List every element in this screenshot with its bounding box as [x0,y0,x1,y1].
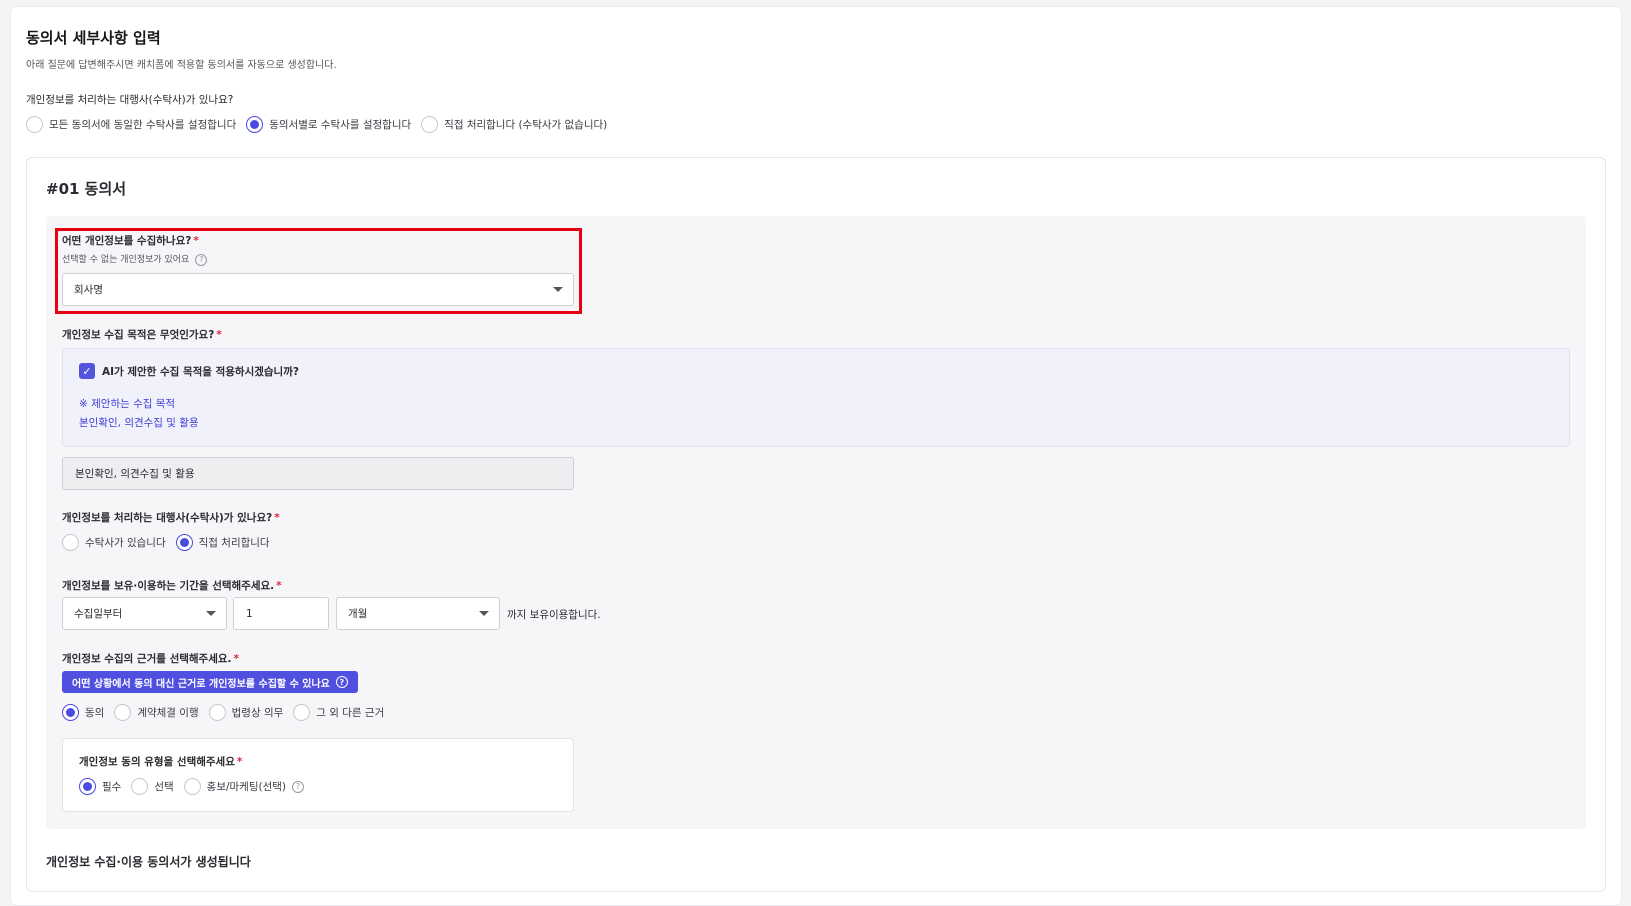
retention-suffix: 까지 보유이용합니다. [507,609,601,621]
consent-type-question: 개인정보 동의 유형을 선택해주세요 * [79,754,242,769]
retention-start-select[interactable]: 수집일부터 [62,597,227,630]
purpose-question: 개인정보 수집 목적은 무엇인가요? * [62,327,222,342]
suggest-title: ※ 제안하는 수집 목적 [79,398,176,410]
radio-label: 계약체결 이행 [137,707,199,719]
help-icon: ? [335,676,348,688]
ai-checkbox-row: ✓ AI가 제안한 수집 목적을 적용하시겠습니까? [79,363,299,379]
ai-checkbox[interactable]: ✓ [79,363,95,379]
processor-question: 개인정보를 처리하는 대행사(수탁사)가 있나요? * [62,510,280,525]
purpose-question-text: 개인정보 수집 목적은 무엇인가요? [62,329,215,341]
basis-options: 동의 계약체결 이행 법령상 의무 그 외 다른 근거 [62,704,394,721]
radio-consent-optional[interactable] [131,778,149,795]
top-question-label: 개인정보를 처리하는 대행사(수탁사)가 있나요? [26,94,234,106]
radio-label: 홍보/마케팅(선택) [206,781,287,793]
retention-question: 개인정보를 보유·이용하는 기간을 선택해주세요. * [62,578,282,593]
highlight-box [55,228,582,314]
suggest-value: 본인확인, 의견수집 및 활용 [79,417,199,429]
radio-basis-contract[interactable] [114,704,132,721]
required-mark: * [233,653,240,665]
retention-question-text: 개인정보를 보유·이용하는 기간을 선택해주세요. [62,580,275,592]
radio-same-processor[interactable] [26,116,43,133]
page-subtitle: 아래 질문에 답변해주시면 캐치폼에 적용할 동의서를 자동으로 생성합니다. [26,60,337,71]
radio-label: 직접 처리합니다 [198,537,270,549]
retention-unit-select[interactable]: 개월 [336,597,500,630]
retention-unit-value: 개월 [348,608,368,620]
radio-per-consent-processor[interactable] [246,116,264,133]
required-mark: * [276,580,282,592]
processor-options: 수탁사가 있습니다 직접 처리합니다 [62,534,280,551]
retention-amount-input[interactable]: 1 [233,597,329,630]
radio-label: 선택 [154,781,174,793]
radio-label: 직접 처리합니다 (수탁사가 없습니다) [444,119,608,131]
radio-has-processor[interactable] [62,534,79,551]
purpose-input[interactable]: 본인확인, 의견수집 및 활용 [62,457,574,490]
top-question-options: 모든 동의서에 동일한 수탁사를 설정합니다 동의서별로 수탁사를 설정합니다 … [26,116,617,133]
radio-basis-other[interactable] [293,704,311,721]
basis-info-button[interactable]: 어떤 상황에서 동의 대신 근거로 개인정보를 수집할 수 있나요? [62,671,358,693]
retention-start-value: 수집일부터 [74,608,123,620]
basis-question: 개인정보 수집의 근거를 선택해주세요. * [62,651,239,666]
required-mark: * [236,756,243,768]
radio-label: 법령상 의무 [231,707,284,719]
chevron-down-icon [479,611,489,616]
radio-consent-required[interactable] [79,778,96,795]
basis-question-text: 개인정보 수집의 근거를 선택해주세요. [62,653,232,665]
required-mark: * [274,512,280,524]
radio-basis-consent[interactable] [62,704,79,721]
required-mark: * [216,329,222,341]
radio-label: 필수 [102,781,122,793]
radio-label: 동의 [85,707,105,719]
radio-direct-processing[interactable] [421,116,439,133]
consent-type-options: 필수 선택 홍보/마케팅(선택) ? [79,778,305,795]
radio-label: 모든 동의서에 동일한 수탁사를 설정합니다 [49,119,237,131]
basis-info-label: 어떤 상황에서 동의 대신 근거로 개인정보를 수집할 수 있나요 [72,678,330,690]
consent-type-box [62,738,574,812]
help-icon[interactable]: ? [292,780,305,793]
radio-basis-legal[interactable] [208,704,226,721]
radio-direct-processing[interactable] [175,534,193,551]
consent-type-question-text: 개인정보 동의 유형을 선택해주세요 [79,756,235,768]
radio-label: 수탁사가 있습니다 [85,537,166,549]
page-title: 동의서 세부사항 입력 [26,29,161,47]
chevron-down-icon [206,611,216,616]
consent-title: #01 동의서 [46,180,127,198]
processor-question-text: 개인정보를 처리하는 대행사(수탁사)가 있나요? [62,512,273,524]
ai-checkbox-label: AI가 제안한 수집 목적을 적용하시겠습니까? [102,365,299,378]
radio-label: 그 외 다른 근거 [316,707,385,719]
footer-text: 개인정보 수집·이용 동의서가 생성됩니다 [46,855,251,869]
radio-consent-marketing[interactable] [183,778,201,795]
radio-label: 동의서별로 수탁사를 설정합니다 [269,119,412,131]
